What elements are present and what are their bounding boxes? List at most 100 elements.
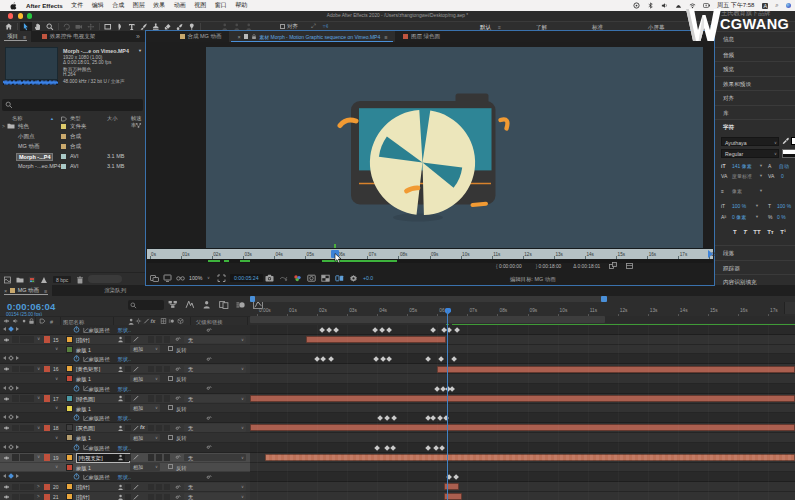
menu-item-4[interactable]: 效果	[153, 1, 165, 10]
viewer-tab-2[interactable]: 图层 绿色圆	[395, 31, 448, 42]
menu-item-5[interactable]: 动画	[174, 1, 186, 10]
prev-keyframe-icon[interactable]	[3, 386, 6, 390]
next-keyframe-icon[interactable]	[16, 356, 19, 360]
solo-column-icon[interactable]	[21, 318, 28, 325]
invert-checkbox[interactable]	[168, 435, 173, 440]
invert-checkbox[interactable]	[168, 464, 173, 469]
project-search-input[interactable]	[2, 99, 143, 111]
layer-name[interactable]: [绿色圆]	[76, 396, 95, 403]
font-family-select[interactable]: Ayuthaya∨	[721, 137, 779, 146]
close-tab-icon[interactable]: ×	[237, 34, 240, 40]
layer-duration-bar[interactable]	[250, 424, 795, 431]
expander-icon[interactable]: ∨	[55, 405, 58, 410]
eye-toggle-icon[interactable]	[3, 484, 10, 490]
project-item-row[interactable]: 小圆点合成	[0, 131, 145, 141]
mask-mode-dropdown[interactable]: 相加∨	[130, 404, 160, 412]
timeline-row-prop[interactable]: 蒙版路径形状..	[0, 443, 795, 453]
shy-column-icon[interactable]	[127, 318, 134, 325]
tool-people-1[interactable]	[219, 22, 231, 31]
timeline-ruler[interactable]: 0:00s01s02s03s04s05s06s07s08s09s10s11s12…	[250, 302, 795, 324]
mask-name[interactable]: 蒙版 1	[76, 376, 91, 383]
workspace-2[interactable]: 标准	[592, 24, 603, 31]
mask-color-swatch[interactable]	[66, 375, 73, 382]
speaker-column-icon[interactable]	[12, 318, 19, 325]
tab-effect-controls[interactable]: 效果控件 电视支架	[37, 31, 100, 42]
keyframe-diamond[interactable]	[425, 445, 431, 451]
tool-pan-behind[interactable]	[85, 22, 97, 31]
keyframe-diamond[interactable]	[454, 327, 460, 333]
eyedropper-icon[interactable]	[782, 137, 790, 145]
item-name[interactable]: Morph -...P4	[16, 153, 53, 161]
layer-label-chip[interactable]	[44, 425, 51, 432]
keyframe-diamond[interactable]	[379, 327, 385, 333]
chevron-down-icon[interactable]: ∨	[207, 275, 210, 280]
sun-column-icon[interactable]	[135, 318, 142, 325]
keyframe-diamond[interactable]	[430, 327, 436, 333]
stopwatch-toggle-icon[interactable]	[73, 326, 80, 334]
label-chip[interactable]	[61, 154, 66, 159]
tool-hand[interactable]	[32, 22, 44, 31]
invert-checkbox[interactable]	[168, 346, 173, 351]
views-icon[interactable]	[335, 274, 344, 282]
playhead-line[interactable]	[447, 310, 448, 500]
project-item-row[interactable]: MG 动画合成	[0, 141, 145, 151]
timeline-row-layer[interactable]: ∨16[黄色矩形]无∨	[0, 364, 795, 374]
stroke-swatch[interactable]	[782, 149, 795, 158]
menu-item-1[interactable]: 编辑	[92, 1, 104, 10]
expander-icon[interactable]: ∨	[55, 435, 58, 440]
parent-pickwhip-icon[interactable]	[174, 454, 181, 461]
label-column-icon[interactable]	[39, 318, 46, 325]
layer-name[interactable]: [指针]	[76, 484, 90, 491]
layer-name[interactable]: [指针]	[76, 494, 90, 500]
mask-name[interactable]: 蒙版 1	[76, 465, 91, 472]
mask-color-swatch[interactable]	[66, 405, 73, 412]
add-keyframe-icon[interactable]	[8, 474, 14, 480]
keyframe-navigator[interactable]	[3, 327, 19, 331]
expander-icon[interactable]: ∨	[37, 366, 40, 371]
footage-preview-thumbnail[interactable]	[5, 47, 58, 80]
layer-label-chip[interactable]	[44, 395, 51, 402]
tab-overflow-icon[interactable]: »	[131, 31, 145, 42]
tool-type[interactable]	[126, 22, 138, 31]
solid-color-swatch[interactable]	[66, 454, 73, 461]
frameblend-toggle-icon[interactable]	[219, 300, 229, 309]
overlay-edit-icon[interactable]	[625, 262, 635, 270]
keyframe-diamond[interactable]	[319, 327, 325, 333]
keyframe-diamond[interactable]	[333, 327, 339, 333]
next-keyframe-icon[interactable]	[16, 415, 19, 419]
property-value[interactable]: 形状..	[118, 474, 132, 481]
solid-color-swatch[interactable]	[66, 424, 73, 431]
work-area-bar[interactable]	[250, 316, 605, 323]
timeline-row-prop[interactable]: 蒙版路径形状..	[0, 413, 795, 423]
expander-icon[interactable]: >	[2, 123, 5, 129]
layer-duration-bar[interactable]	[437, 366, 795, 373]
menu-item-0[interactable]: 文件	[71, 1, 83, 10]
layer-name[interactable]: [灰色圆]	[76, 425, 95, 432]
battery-icon[interactable]	[703, 2, 710, 9]
mask-mode-dropdown[interactable]: 相加∨	[130, 463, 160, 471]
quality-column-icon[interactable]	[143, 318, 150, 325]
folder-button-icon[interactable]	[16, 276, 24, 284]
panel-menu-icon[interactable]: ≡	[384, 34, 387, 40]
panel-header-音频[interactable]: 音频	[715, 47, 795, 61]
item-name[interactable]: MG 动画	[18, 143, 39, 150]
align-checkbox[interactable]	[280, 24, 285, 29]
parent-dropdown[interactable]: 无∨	[184, 483, 246, 491]
keyframe-diamond[interactable]	[438, 356, 444, 362]
share-screen-icon[interactable]: ⤢	[311, 23, 316, 30]
expander-icon[interactable]: ∨	[55, 464, 58, 469]
next-keyframe-icon[interactable]	[16, 474, 19, 478]
project-item-row[interactable]: Morph -...eo.MP4AVI3.1 MB	[0, 161, 145, 171]
bpc-button[interactable]: 8 bpc	[53, 276, 71, 283]
tool-zoom[interactable]	[44, 22, 56, 31]
comp-marker-button[interactable]	[784, 302, 795, 314]
project-item-row[interactable]: >纯色文件夹	[0, 121, 145, 131]
layer-label-chip[interactable]	[44, 366, 51, 373]
item-name[interactable]: 纯色	[18, 123, 29, 130]
stopwatch-toggle-icon[interactable]	[73, 414, 80, 422]
parent-pickwhip-icon[interactable]	[174, 336, 181, 343]
keyframe-diamond[interactable]	[380, 356, 386, 362]
roi-icon[interactable]	[217, 274, 226, 282]
fill-color-swatch[interactable]	[791, 137, 795, 145]
panel-header-段落[interactable]: 段落	[715, 245, 795, 260]
